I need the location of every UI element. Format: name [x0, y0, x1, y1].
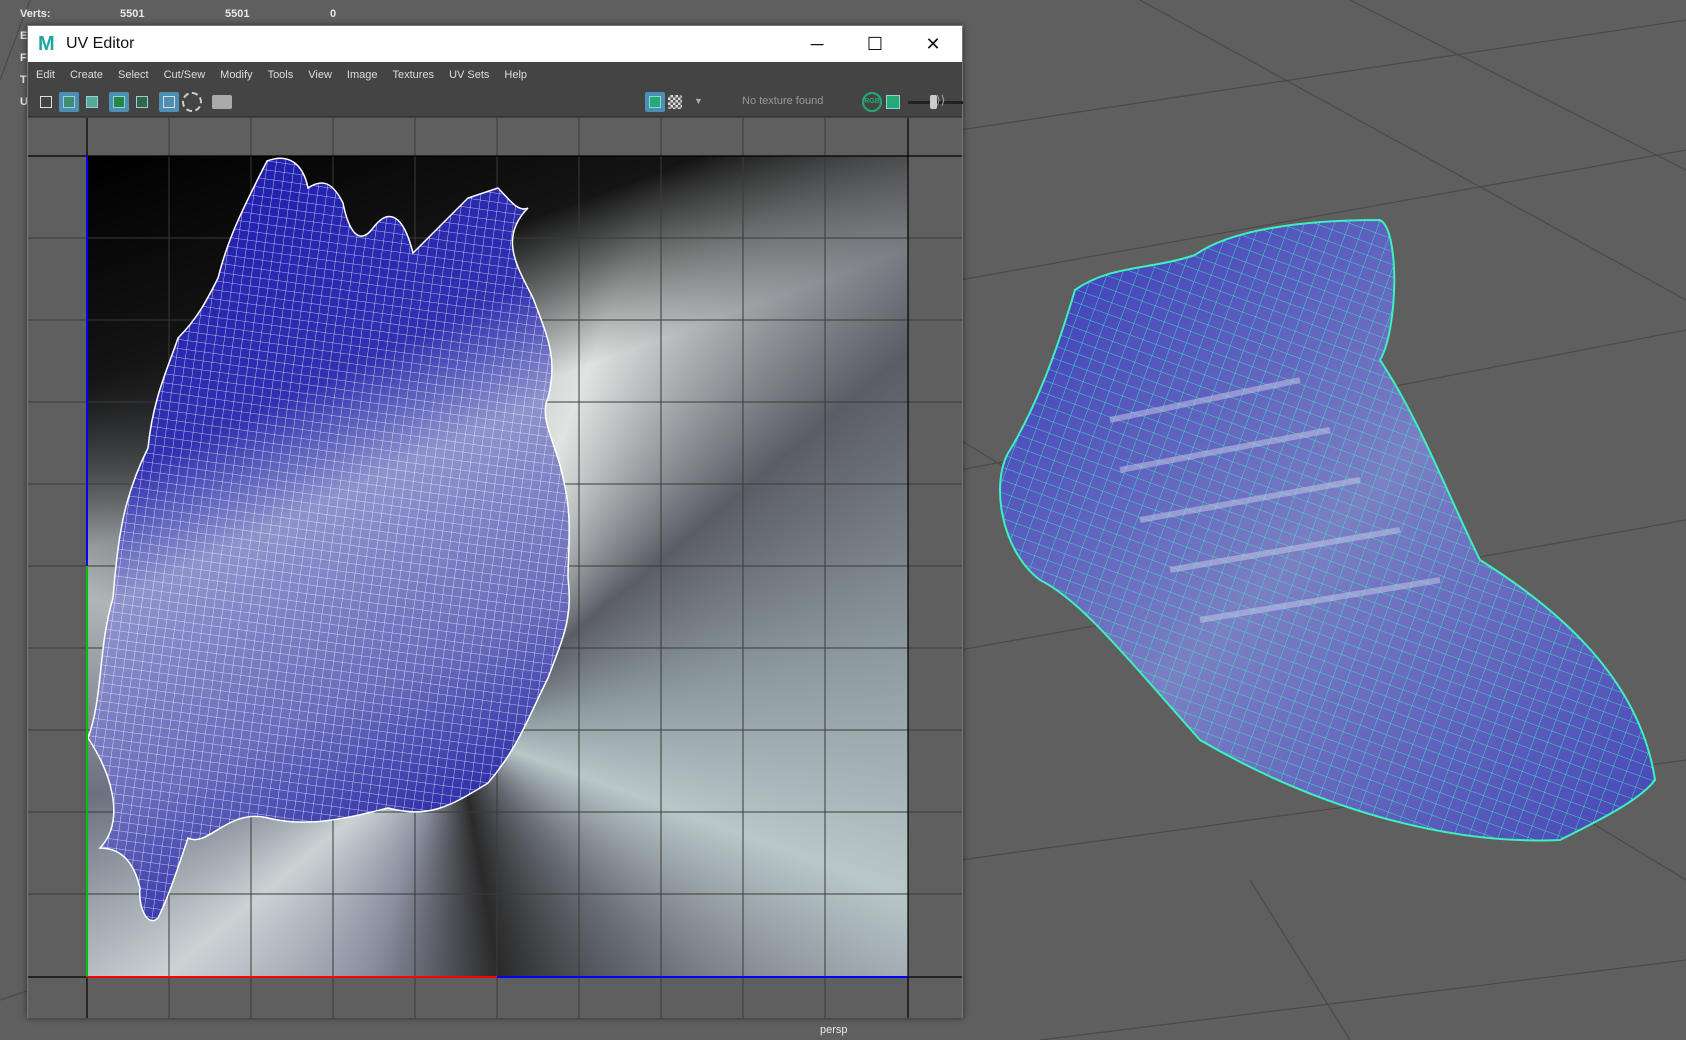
- image-toggle-icon[interactable]: [883, 92, 903, 112]
- window-title: UV Editor: [66, 35, 135, 52]
- camera-label: persp: [820, 1024, 848, 1036]
- menu-modify[interactable]: Modify: [220, 69, 252, 81]
- uv-editor-window: M UV Editor ─ ☐ ✕ Edit Create Select Cut…: [27, 25, 963, 1018]
- menu-create[interactable]: Create: [70, 69, 103, 81]
- checker-icon[interactable]: [668, 95, 682, 109]
- menu-view[interactable]: View: [308, 69, 332, 81]
- grid-icon[interactable]: [159, 92, 179, 112]
- menu-uv-sets[interactable]: UV Sets: [449, 69, 489, 81]
- menu-edit[interactable]: Edit: [36, 69, 55, 81]
- menu-textures[interactable]: Textures: [392, 69, 434, 81]
- texture-status: No texture found: [742, 95, 824, 107]
- minimize-button[interactable]: ─: [788, 26, 846, 62]
- texture-borders-icon[interactable]: [132, 92, 152, 112]
- uv-canvas[interactable]: [28, 118, 962, 1018]
- menu-tools[interactable]: Tools: [268, 69, 294, 81]
- close-button[interactable]: ✕: [904, 26, 962, 62]
- toolbar-expand-icon[interactable]: ⟩⟩: [936, 93, 956, 113]
- menu-image[interactable]: Image: [347, 69, 378, 81]
- title-bar[interactable]: M UV Editor ─ ☐ ✕: [28, 26, 962, 62]
- menu-bar: Edit Create Select Cut/Sew Modify Tools …: [28, 62, 962, 87]
- shoe-wireframe: [1000, 220, 1655, 841]
- shaded-uv-icon[interactable]: [59, 92, 79, 112]
- image-display-icon[interactable]: [645, 92, 665, 112]
- menu-cut-sew[interactable]: Cut/Sew: [164, 69, 206, 81]
- dropdown-arrow-icon[interactable]: ▼: [694, 96, 714, 116]
- snapshot-camera-icon[interactable]: [212, 95, 232, 109]
- uv-grid-icon[interactable]: [36, 92, 56, 112]
- distortion-icon[interactable]: [82, 92, 102, 112]
- uv-border-icon[interactable]: [109, 92, 129, 112]
- maximize-button[interactable]: ☐: [846, 26, 904, 62]
- pixel-snap-icon[interactable]: [182, 92, 202, 112]
- maya-logo-icon: M: [38, 33, 55, 55]
- menu-help[interactable]: Help: [504, 69, 527, 81]
- menu-select[interactable]: Select: [118, 69, 149, 81]
- rgb-channels-icon[interactable]: RGB: [862, 92, 882, 112]
- toolbar: ▼ No texture found RGB ⟩⟩: [28, 87, 963, 117]
- uv-overlay: [28, 118, 962, 1018]
